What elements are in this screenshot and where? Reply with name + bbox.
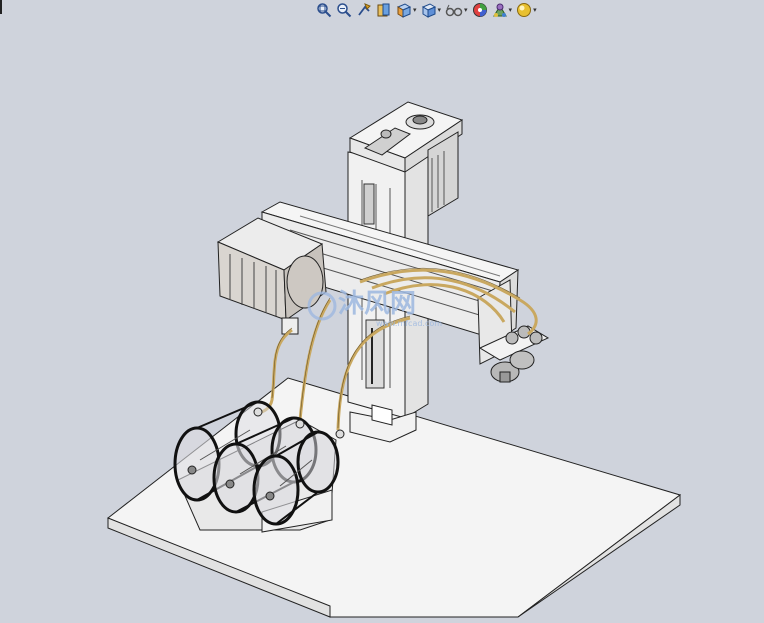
apply-scene-icon (492, 3, 507, 17)
chevron-down-icon[interactable]: ▾ (438, 6, 442, 14)
previous-view-button[interactable] (356, 2, 372, 18)
chevron-down-icon[interactable]: ▾ (533, 6, 537, 14)
hide-show-items-icon (445, 4, 463, 17)
edit-appearance-button[interactable] (472, 2, 488, 18)
zoom-to-fit-button[interactable] (316, 2, 332, 18)
chevron-down-icon[interactable]: ▾ (413, 6, 417, 14)
zoom-to-fit-icon (317, 3, 332, 18)
display-style-button[interactable]: ▾ (421, 2, 442, 18)
heads-up-view-toolbar: ▾ ▾ ▾ ▾ ▾ (316, 1, 541, 19)
cad-model-viewport[interactable] (0, 0, 764, 618)
apply-scene-button[interactable]: ▾ (492, 2, 513, 18)
zoom-to-area-icon (337, 3, 352, 18)
edit-appearance-icon (472, 3, 487, 17)
display-style-icon (421, 3, 436, 18)
chevron-down-icon[interactable]: ▾ (509, 6, 513, 14)
view-orientation-icon (396, 3, 412, 18)
zoom-to-area-button[interactable] (336, 2, 352, 18)
graphics-area[interactable]: 沐风网 www.mfcad.com (0, 0, 764, 618)
window-edge (0, 0, 2, 14)
view-orientation-button[interactable]: ▾ (396, 2, 417, 18)
chevron-down-icon[interactable]: ▾ (464, 6, 468, 14)
section-view-button[interactable] (376, 2, 392, 18)
previous-view-icon (358, 3, 371, 16)
view-settings-icon (517, 3, 532, 17)
section-view-icon (377, 3, 390, 17)
view-settings-button[interactable]: ▾ (516, 2, 537, 18)
hide-show-items-button[interactable]: ▾ (445, 2, 468, 18)
